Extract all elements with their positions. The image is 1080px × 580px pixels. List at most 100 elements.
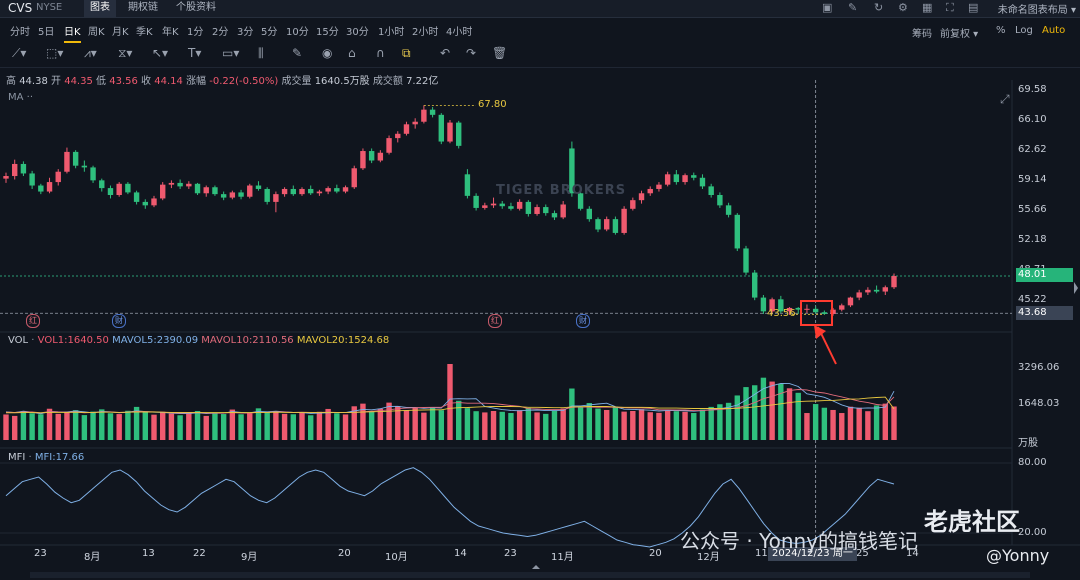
volume-bar (499, 411, 505, 440)
volume-bar (847, 406, 854, 440)
candle-body (804, 308, 810, 310)
volume-bar (786, 388, 793, 440)
candle-body (116, 183, 122, 195)
candle-body (90, 167, 96, 181)
candle-body (273, 194, 279, 202)
time-tick: 10月 (385, 552, 408, 563)
price-tick: 62.62 (1018, 144, 1047, 155)
time-tick: 20 (338, 548, 351, 559)
vol1-value: VOL1:1640.50 (37, 335, 109, 346)
candle-body (656, 184, 662, 189)
volume-bar (55, 413, 61, 440)
wechat-watermark: 公众号 · Yonny的搞钱笔记 (680, 529, 919, 553)
candle-body (238, 192, 244, 197)
earnings-marker[interactable]: 财 (112, 314, 126, 328)
candle-body (847, 297, 854, 306)
chart-canvas[interactable]: ⤢ (0, 0, 1080, 580)
high-annotation: 67.80 (478, 99, 507, 110)
dividend-marker[interactable]: 红 (26, 314, 40, 328)
handle-watermark: @Yonny (986, 546, 1050, 565)
price-tick: 66.10 (1018, 114, 1047, 125)
candle-body (177, 182, 183, 187)
volume-bar (316, 411, 323, 440)
volume-bar (238, 414, 244, 440)
mavol20-value: MAVOL20:1524.68 (296, 335, 390, 346)
candle-body (194, 183, 201, 194)
volume-bar (377, 408, 384, 440)
volume-bar (543, 413, 549, 440)
time-tick: 23 (34, 548, 47, 559)
volume-bar (534, 412, 540, 440)
volume-bar (99, 409, 105, 440)
volume-bar (560, 408, 566, 440)
arrow-head (814, 325, 826, 339)
candle-body (499, 203, 505, 207)
volume-bar (456, 400, 462, 440)
volume-bar (160, 411, 166, 440)
mavol5-value: MAVOL5:2390.09 (112, 335, 199, 346)
volume-bar (412, 407, 418, 440)
volume-bar (20, 410, 27, 440)
candle-body (647, 188, 653, 194)
candle-body (377, 152, 384, 161)
candle-body (516, 201, 523, 209)
time-tick: 13 (142, 548, 155, 559)
volume-bar (368, 410, 375, 440)
volume-tick: 1648.03 (1018, 398, 1060, 409)
volume-bar (621, 411, 627, 440)
crosshair-price-tag: 43.68 (1016, 306, 1073, 320)
candle-body (368, 151, 375, 161)
candle-body (168, 182, 175, 185)
volume-bar (151, 414, 157, 440)
candle-body (308, 188, 314, 194)
time-tick: 22 (193, 548, 206, 559)
volume-bar (760, 377, 767, 440)
volume-bar (290, 414, 296, 440)
candle-body (316, 191, 323, 194)
volume-bar (482, 412, 488, 440)
volume-bar (743, 387, 749, 440)
volume-bar (107, 413, 114, 440)
price-tick: 69.58 (1018, 84, 1047, 95)
candle-body (673, 174, 680, 183)
candle-body (46, 182, 53, 192)
candle-body (133, 192, 140, 202)
candle-body (812, 308, 819, 313)
earnings-marker[interactable]: 财 (576, 314, 590, 328)
volume-bar (630, 410, 636, 440)
volume-bar (29, 413, 35, 440)
volume-bar (664, 410, 671, 440)
volume-bar (81, 415, 88, 440)
dividend-marker[interactable]: 红 (488, 314, 502, 328)
candle-body (699, 177, 706, 187)
volume-bar (281, 413, 288, 440)
candle-body (664, 174, 671, 185)
volume-bar (116, 414, 122, 440)
candle-body (325, 188, 331, 192)
candle-body (456, 122, 462, 146)
candle-body (81, 165, 88, 168)
time-tick: 11月 (551, 552, 574, 563)
volume-bar (604, 409, 610, 440)
vol-title: VOL (8, 335, 29, 346)
volume-bar (247, 413, 253, 440)
volume-bar (186, 412, 192, 440)
volume-bar (403, 410, 410, 440)
candle-body (447, 122, 453, 142)
candle-body (638, 193, 645, 201)
candle-body (525, 201, 532, 214)
volume-bar (212, 412, 218, 440)
candle-body (421, 109, 427, 122)
candle-body (630, 200, 636, 209)
candle-body (595, 219, 601, 230)
volume-bar (821, 407, 828, 440)
candle-body (64, 151, 70, 172)
mfi-panel-legend: MFI · MFI:17.66 (8, 452, 84, 463)
volume-bar (647, 412, 653, 440)
price-tick: 59.14 (1018, 174, 1047, 185)
dot-icon: · (28, 452, 32, 463)
candle-body (725, 205, 732, 215)
candle-body (760, 297, 767, 312)
mavol10-value: MAVOL10:2110.56 (201, 335, 294, 346)
candle-body (882, 287, 888, 292)
